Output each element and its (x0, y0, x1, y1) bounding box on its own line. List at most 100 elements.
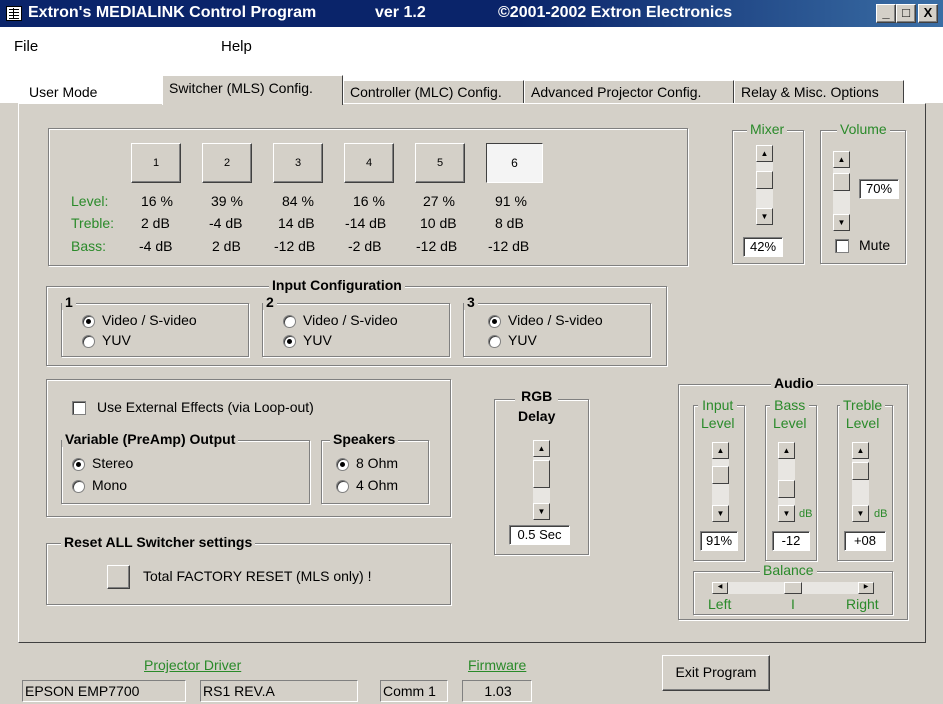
app-window: Extron's MEDIALINK Control Program ver 1… (0, 0, 943, 704)
minimize-button[interactable]: _ (876, 4, 896, 23)
menu-help[interactable]: Help (221, 38, 252, 55)
input-1-yuv-radio[interactable] (82, 335, 95, 348)
input-level-title-line2: Level (701, 415, 735, 431)
level-row-label: Level: (71, 193, 109, 209)
mixer-up-arrow-icon[interactable]: ▲ (756, 145, 773, 162)
rgb-delay-down-arrow-icon[interactable]: ▼ (533, 503, 550, 520)
tab-switcher-config[interactable]: Switcher (MLS) Config. (162, 75, 343, 105)
rgb-delay-group: RGB Delay ▲ ▼ 0.5 Sec (494, 386, 589, 555)
reset-title: Reset ALL Switcher settings (61, 534, 256, 550)
tab-controller-config[interactable]: Controller (MLC) Config. (343, 80, 524, 104)
ch4-bass: -2 dB (348, 238, 382, 254)
channel-button-1[interactable]: 1 (131, 143, 181, 183)
bass-level-slider[interactable]: ▲ ▼ (778, 442, 795, 522)
input-1-group: 1 Video / S-video YUV (61, 294, 249, 357)
input-2-video-radio[interactable] (283, 315, 296, 328)
menu-bar: File Help (0, 27, 943, 63)
volume-label: Volume (837, 121, 890, 137)
menu-file[interactable]: File (14, 38, 38, 55)
treble-level-up-arrow-icon[interactable]: ▲ (852, 442, 869, 459)
bass-level-up-arrow-icon[interactable]: ▲ (778, 442, 795, 459)
tab-relay-misc[interactable]: Relay & Misc. Options (734, 80, 904, 104)
mixer-value: 42% (743, 237, 783, 257)
stereo-radio[interactable] (72, 458, 85, 471)
channel-button-2[interactable]: 2 (202, 143, 252, 183)
treble-level-group: Treble Level ▲ ▼ dB +08 (837, 396, 893, 561)
input-1-video-radio[interactable] (82, 315, 95, 328)
rgb-delay-up-arrow-icon[interactable]: ▲ (533, 440, 550, 457)
title-bar: Extron's MEDIALINK Control Program ver 1… (0, 0, 943, 27)
balance-left-label: Left (708, 596, 732, 612)
balance-title: Balance (760, 562, 817, 578)
bass-level-down-arrow-icon[interactable]: ▼ (778, 505, 795, 522)
ch5-level: 27 % (423, 193, 455, 209)
ch6-level: 91 % (495, 193, 527, 209)
rgb-delay-title: RGB Delay (515, 386, 559, 426)
balance-right-label: Right (846, 596, 879, 612)
channel-button-4[interactable]: 4 (344, 143, 394, 183)
mixer-down-arrow-icon[interactable]: ▼ (756, 208, 773, 225)
mono-label: Mono (92, 477, 128, 493)
volume-thumb[interactable] (833, 173, 850, 191)
close-button[interactable]: X (918, 4, 938, 23)
factory-reset-label: Total FACTORY RESET (MLS only) ! (143, 568, 372, 584)
exit-program-button[interactable]: Exit Program (662, 655, 770, 691)
mute-checkbox[interactable] (835, 239, 849, 253)
app-icon[interactable] (6, 6, 22, 21)
ch2-treble: -4 dB (209, 215, 243, 231)
input-level-down-arrow-icon[interactable]: ▼ (712, 505, 729, 522)
channel-button-5[interactable]: 5 (415, 143, 465, 183)
treble-level-slider[interactable]: ▲ ▼ (852, 442, 869, 522)
projector-revision-field: RS1 REV.A (200, 680, 358, 702)
volume-slider[interactable]: ▲ ▼ (833, 151, 850, 231)
4ohm-label: 4 Ohm (356, 477, 399, 493)
ch4-treble: -14 dB (345, 215, 387, 231)
4ohm-radio[interactable] (336, 480, 349, 493)
bass-level-thumb[interactable] (778, 480, 795, 498)
input-3-video-radio[interactable] (488, 315, 501, 328)
mixer-label: Mixer (747, 121, 788, 137)
input-2-yuv-radio[interactable] (283, 335, 296, 348)
mixer-slider[interactable]: ▲ ▼ (756, 145, 773, 225)
input-level-value: 91% (700, 531, 738, 551)
treble-level-thumb[interactable] (852, 462, 869, 480)
treble-level-unit: dB (874, 508, 888, 520)
tab-advanced-projector[interactable]: Advanced Projector Config. (524, 80, 734, 104)
treble-level-down-arrow-icon[interactable]: ▼ (852, 505, 869, 522)
maximize-button[interactable]: □ (896, 4, 916, 23)
mixer-group: Mixer ▲ ▼ 42% (732, 121, 804, 264)
input-3-yuv-label: YUV (508, 332, 537, 348)
input-level-slider[interactable]: ▲ ▼ (712, 442, 729, 522)
balance-slider[interactable]: ◀ ▶ (712, 582, 874, 594)
rgb-delay-title-line1: RGB (521, 388, 553, 404)
balance-right-arrow-icon[interactable]: ▶ (858, 582, 874, 594)
rgb-delay-title-line2: Delay (518, 408, 556, 424)
mono-radio[interactable] (72, 480, 85, 493)
input-3-yuv-radio[interactable] (488, 335, 501, 348)
external-effects-label: Use External Effects (via Loop-out) (97, 399, 314, 415)
8ohm-label: 8 Ohm (356, 455, 399, 471)
external-effects-checkbox[interactable] (72, 401, 86, 415)
tab-user-mode[interactable]: User Mode (22, 80, 162, 104)
ch6-treble: 8 dB (495, 215, 524, 231)
input-level-thumb[interactable] (712, 466, 729, 484)
input-level-group: Input Level ▲ ▼ 91% (693, 396, 745, 561)
input-1-video-label: Video / S-video (102, 312, 197, 328)
status-area: Projector Driver EPSON EMP7700 RS1 REV.A… (0, 643, 943, 704)
balance-left-arrow-icon[interactable]: ◀ (712, 582, 728, 594)
input-level-up-arrow-icon[interactable]: ▲ (712, 442, 729, 459)
balance-thumb[interactable] (784, 582, 802, 594)
rgb-delay-slider[interactable]: ▲ ▼ (533, 440, 550, 520)
8ohm-radio[interactable] (336, 458, 349, 471)
bass-level-unit: dB (799, 508, 813, 520)
channel-button-3[interactable]: 3 (273, 143, 323, 183)
channel-button-6[interactable]: 6 (486, 143, 543, 183)
factory-reset-button[interactable] (107, 565, 130, 589)
comm-port-field: Comm 1 (380, 680, 448, 702)
mixer-thumb[interactable] (756, 171, 773, 189)
volume-up-arrow-icon[interactable]: ▲ (833, 151, 850, 168)
volume-down-arrow-icon[interactable]: ▼ (833, 214, 850, 231)
ch3-bass: -12 dB (274, 238, 316, 254)
projector-driver-label: Projector Driver (144, 657, 242, 673)
rgb-delay-thumb[interactable] (533, 460, 550, 488)
